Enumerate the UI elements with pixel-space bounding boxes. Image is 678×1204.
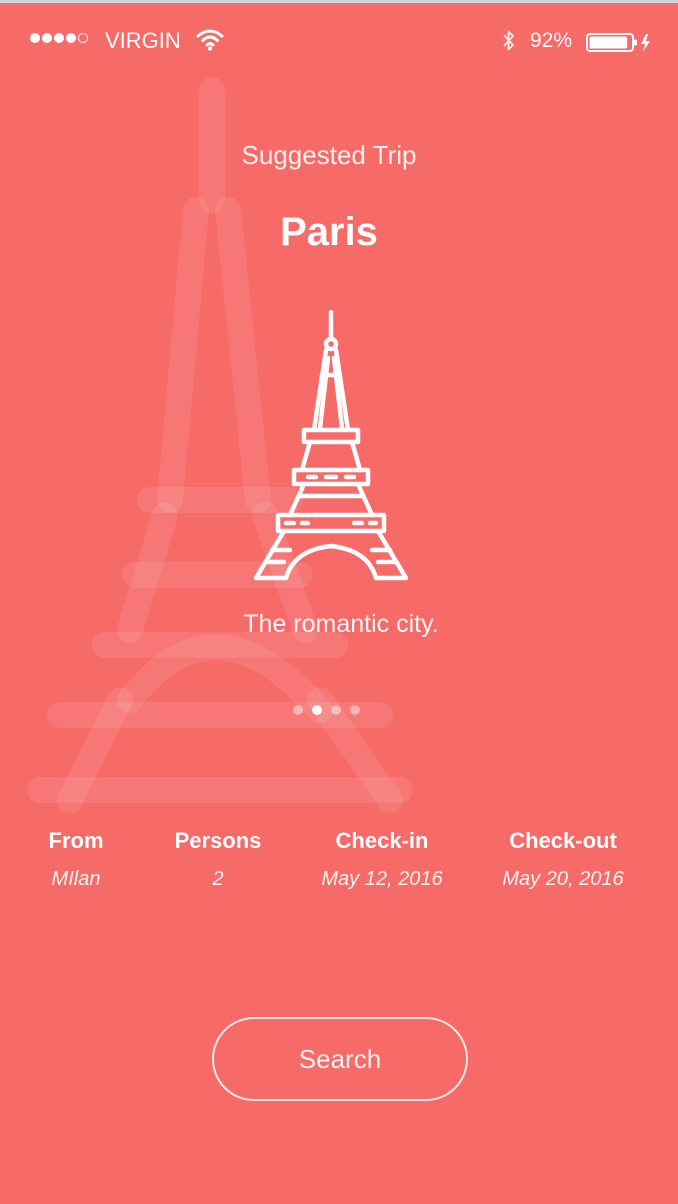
- signal-dot: [78, 33, 88, 43]
- checkout-value[interactable]: May 20, 2016: [488, 868, 638, 891]
- signal-dot: [54, 33, 64, 43]
- bluetooth-icon: [503, 30, 514, 51]
- signal-dot: [42, 33, 52, 43]
- wifi-icon: [196, 29, 224, 51]
- page-dot[interactable]: [293, 705, 303, 715]
- signal-strength-icon: [30, 33, 88, 43]
- carrier-name: VIRGIN: [105, 28, 181, 53]
- signal-dot: [66, 33, 76, 43]
- trip-details: From MIlan Persons 2 Check-in May 12, 20…: [0, 828, 678, 908]
- checkin-field[interactable]: Check-in May 12, 2016: [306, 828, 458, 891]
- subtitle: Suggested Trip: [241, 140, 417, 170]
- top-edge: [0, 0, 678, 3]
- eiffel-tower-icon: [253, 310, 409, 581]
- checkin-label: Check-in: [335, 828, 429, 853]
- page-indicator[interactable]: [293, 705, 360, 715]
- checkout-field[interactable]: Check-out May 20, 2016: [488, 828, 638, 891]
- persons-field[interactable]: Persons 2: [160, 828, 276, 891]
- page-dot[interactable]: [331, 705, 341, 715]
- page-dot-active[interactable]: [312, 705, 322, 715]
- signal-dot: [30, 33, 40, 43]
- from-field[interactable]: From MIlan: [26, 828, 126, 891]
- search-button[interactable]: Search: [212, 1017, 468, 1101]
- page-dot[interactable]: [350, 705, 360, 715]
- page-title: Paris: [280, 210, 378, 254]
- persons-label: Persons: [174, 828, 262, 853]
- from-value[interactable]: MIlan: [26, 868, 126, 891]
- status-bar: VIRGIN 92%: [0, 22, 678, 62]
- checkin-value[interactable]: May 12, 2016: [306, 868, 458, 891]
- trip-screen: VIRGIN 92% Suggested Trip Paris The roma…: [0, 0, 678, 1204]
- tagline: The romantic city.: [243, 610, 439, 638]
- battery-percent: 92%: [530, 29, 573, 52]
- battery-charging-icon: [586, 33, 650, 52]
- persons-value[interactable]: 2: [160, 868, 276, 891]
- from-label: From: [48, 828, 104, 853]
- checkout-label: Check-out: [509, 828, 617, 853]
